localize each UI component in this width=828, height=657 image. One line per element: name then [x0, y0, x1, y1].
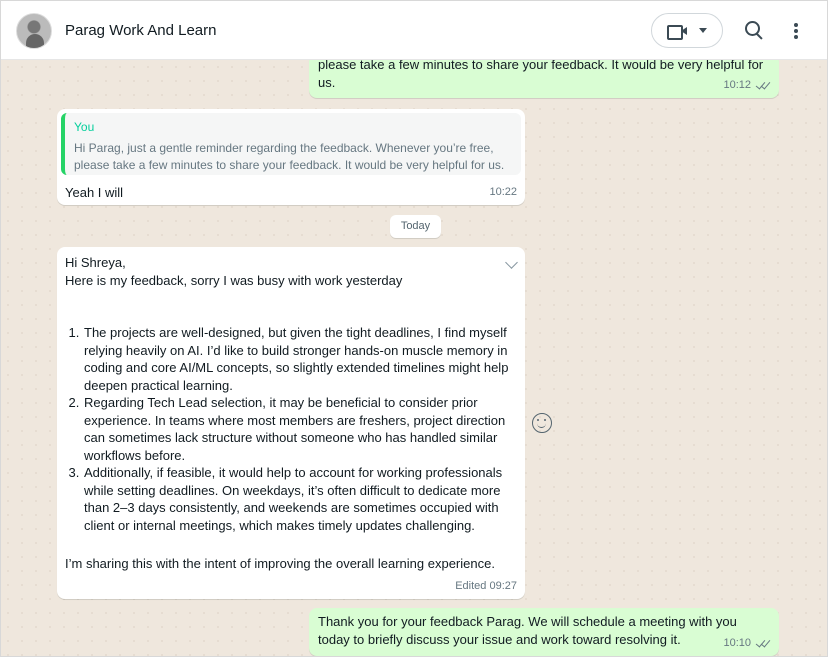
message-text: Yeah I will: [65, 185, 124, 200]
more-options-icon[interactable]: [794, 23, 798, 39]
list-item: Additionally, if feasible, it would help…: [83, 464, 515, 534]
quote-author: You: [74, 120, 95, 134]
list-item: Regarding Tech Lead selection, it may be…: [83, 394, 515, 464]
message-time: 10:22: [489, 185, 517, 198]
quoted-message[interactable]: You Hi Parag, just a gentle reminder reg…: [61, 113, 521, 175]
message-meta: Edited 09:27: [455, 578, 517, 596]
message-text: please take a few minutes to share your …: [318, 60, 764, 90]
emoji-reaction-icon[interactable]: [532, 413, 552, 433]
message-list[interactable]: please take a few minutes to share your …: [1, 60, 827, 656]
incoming-message[interactable]: Hi Shreya, Here is my feedback, sorry I …: [57, 247, 525, 599]
incoming-message[interactable]: You Hi Parag, just a gentle reminder reg…: [57, 109, 525, 205]
list-item: The projects are well-designed, but give…: [83, 324, 515, 394]
feedback-list: The projects are well-designed, but give…: [65, 324, 517, 534]
video-call-button[interactable]: [651, 13, 723, 48]
message-greeting: Hi Shreya,: [65, 255, 126, 270]
message-time: Edited 09:27: [455, 579, 517, 592]
double-check-icon: [755, 638, 771, 648]
message-time: 10:12: [723, 78, 751, 91]
message-closing: I’m sharing this with the intent of impr…: [65, 556, 495, 571]
outgoing-message[interactable]: Thank you for your feedback Parag. We wi…: [309, 608, 779, 656]
search-icon[interactable]: [745, 21, 763, 39]
chevron-down-icon: [699, 28, 707, 33]
outgoing-message[interactable]: please take a few minutes to share your …: [309, 60, 779, 98]
contact-name[interactable]: Parag Work And Learn: [65, 22, 216, 39]
chat-header: Parag Work And Learn: [1, 1, 827, 60]
message-time: 10:10: [723, 636, 751, 649]
quote-text: Hi Parag, just a gentle reminder regardi…: [74, 140, 505, 172]
message-meta: 10:12: [723, 77, 771, 95]
video-camera-icon: [667, 24, 687, 40]
message-text: Thank you for your feedback Parag. We wi…: [318, 614, 737, 647]
avatar[interactable]: [16, 13, 52, 49]
date-divider: Today: [390, 215, 441, 238]
message-intro: Here is my feedback, sorry I was busy wi…: [65, 272, 403, 288]
double-check-icon: [755, 80, 771, 90]
message-meta: 10:22: [489, 184, 517, 202]
message-meta: 10:10: [723, 635, 771, 653]
chat-window: Parag Work And Learn please take a few m…: [0, 0, 828, 657]
